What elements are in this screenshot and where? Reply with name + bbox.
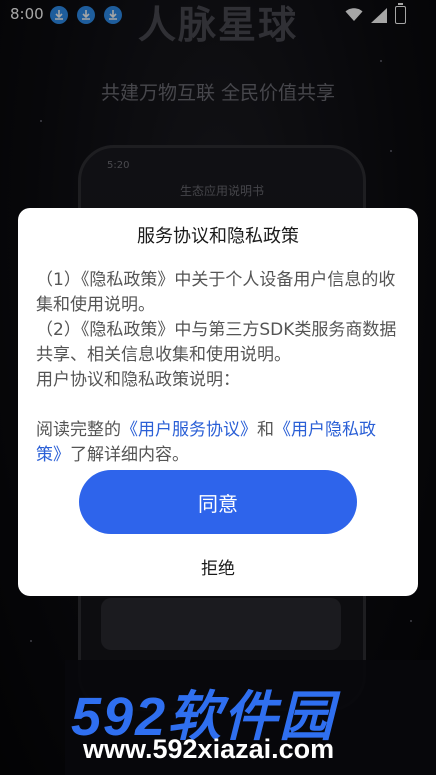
reject-button[interactable]: 拒绝 <box>18 550 418 582</box>
watermark-url: www.592xiazai.com <box>83 734 335 764</box>
privacy-dialog: 服务协议和隐私政策 （1）《隐私政策》中关于个人设备用户信息的收集和使用说明。 … <box>18 208 418 596</box>
user-agreement-link[interactable]: 《用户服务协议》 <box>121 420 257 440</box>
dialog-text-line: （1）《隐私政策》中关于个人设备用户信息的收集和使用说明。 <box>36 270 396 315</box>
dialog-text-line: 用户协议和隐私政策说明： <box>36 370 240 390</box>
dialog-body: （1）《隐私政策》中关于个人设备用户信息的收集和使用说明。 （2）《隐私政策》中… <box>36 268 398 468</box>
read-suffix: 了解详细内容。 <box>70 445 189 465</box>
agree-button[interactable]: 同意 <box>79 470 357 534</box>
dialog-text-line: （2）《隐私政策》中与第三方SDK类服务商数据共享、相关信息收集和使用说明。 <box>36 320 397 365</box>
read-full-text: 阅读完整的《用户服务协议》和《用户隐私政策》了解详细内容。 <box>36 418 398 468</box>
dialog-title: 服务协议和隐私政策 <box>137 226 299 247</box>
and-text: 和 <box>257 420 274 440</box>
watermark: 592软件园 www.592xiazai.com <box>65 660 436 775</box>
read-prefix: 阅读完整的 <box>36 420 121 440</box>
